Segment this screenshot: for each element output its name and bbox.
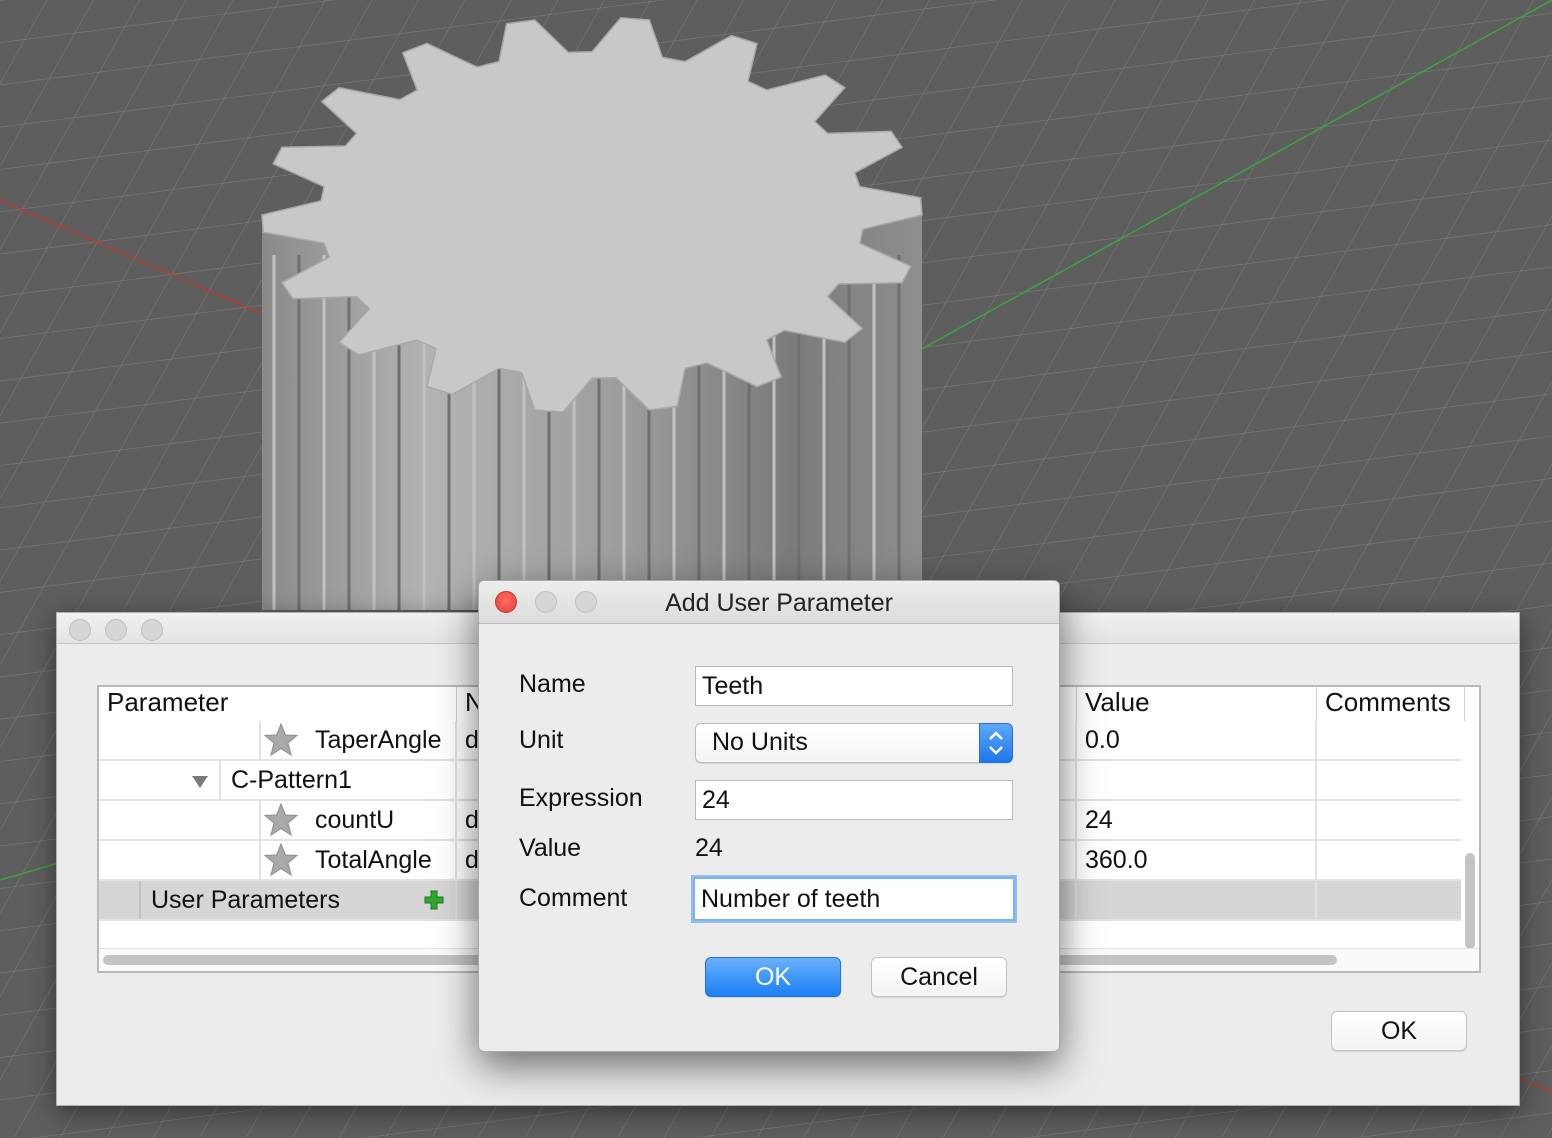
- expression-label: Expression: [519, 784, 643, 812]
- value-label: Value: [519, 834, 582, 862]
- parameter-name: C-Pattern1: [219, 761, 457, 799]
- unit-select[interactable]: No Units: [695, 723, 1013, 763]
- value-cell: 0.0: [1077, 721, 1317, 759]
- comments-cell: [1317, 801, 1465, 839]
- minimize-window-button[interactable]: [105, 619, 127, 641]
- name-field[interactable]: [695, 666, 1013, 706]
- parameter-name: TotalAngle: [315, 846, 432, 874]
- parameter-cell: TotalAngle: [259, 841, 457, 879]
- value-cell: [1077, 761, 1317, 799]
- value-cell: 24: [1077, 801, 1317, 839]
- chevron-up-down-icon[interactable]: [979, 723, 1013, 763]
- comments-cell: [1317, 841, 1465, 879]
- column-header-comments[interactable]: Comments: [1317, 687, 1465, 721]
- dialog-title: Add User Parameter: [665, 589, 893, 617]
- expression-field[interactable]: [695, 780, 1013, 820]
- value-cell: [1077, 881, 1317, 919]
- name-label: Name: [519, 670, 586, 698]
- parameter-cell: countU: [259, 801, 457, 839]
- value-readout: 24: [695, 834, 723, 862]
- zoom-window-button[interactable]: [141, 619, 163, 641]
- app-screen: Parameter N Value Comments TaperAngle d …: [0, 0, 1552, 1138]
- parameter-cell: User Parameters: [139, 881, 457, 919]
- plus-icon[interactable]: [423, 889, 445, 911]
- dialog-ok-button[interactable]: OK: [705, 957, 841, 997]
- comment-field[interactable]: [693, 877, 1015, 921]
- close-window-button[interactable]: [69, 619, 91, 641]
- star-icon[interactable]: [263, 842, 299, 878]
- parameter-name: countU: [315, 806, 395, 834]
- triangle-down-icon[interactable]: [191, 775, 209, 789]
- comment-label: Comment: [519, 884, 628, 912]
- unit-label: Unit: [519, 726, 564, 754]
- parameters-ok-button[interactable]: OK: [1331, 1011, 1467, 1051]
- star-icon[interactable]: [263, 802, 299, 838]
- parameter-cell: TaperAngle: [259, 721, 457, 759]
- column-header-value[interactable]: Value: [1077, 687, 1317, 721]
- column-header-parameter[interactable]: Parameter: [99, 687, 457, 721]
- comments-cell: [1317, 721, 1465, 759]
- star-icon[interactable]: [263, 722, 299, 758]
- add-user-parameter-dialog: Add User Parameter Name Unit No Units Ex…: [478, 580, 1060, 1052]
- vertical-scrollbar[interactable]: [1465, 853, 1475, 949]
- value-cell: 360.0: [1077, 841, 1317, 879]
- comments-cell: [1317, 761, 1465, 799]
- unit-select-value: No Units: [712, 728, 808, 756]
- dialog-cancel-button[interactable]: Cancel: [871, 957, 1007, 997]
- gear-model: [261, 17, 923, 610]
- dialog-titlebar[interactable]: Add User Parameter: [479, 581, 1059, 624]
- parameter-name: User Parameters: [151, 886, 340, 914]
- comments-cell: [1317, 881, 1465, 919]
- parameter-name: TaperAngle: [315, 726, 442, 754]
